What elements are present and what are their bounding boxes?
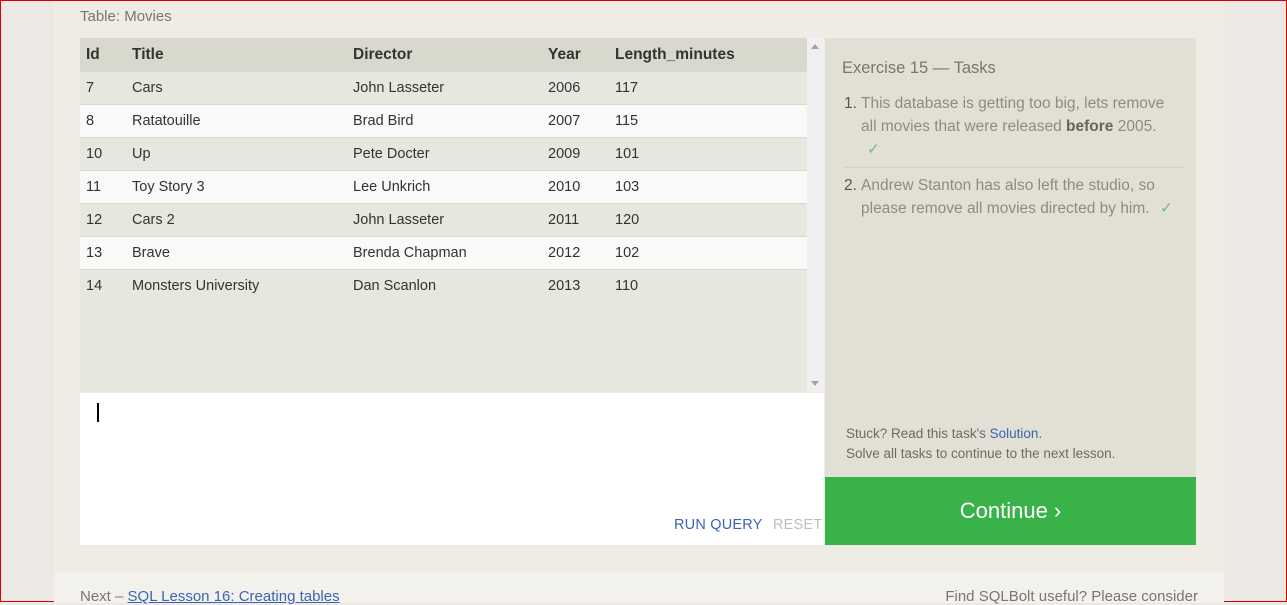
task-text-emphasis: before (1066, 118, 1114, 135)
continue-button[interactable]: Continue › (825, 477, 1196, 545)
checkmark-icon: ✓ (1159, 200, 1173, 217)
column-header-length: Length_minutes (609, 38, 807, 72)
table-row: 10 Up Pete Docter 2009 101 (80, 137, 807, 171)
cell-title: Up (126, 137, 347, 171)
scroll-down-arrow-icon[interactable] (811, 381, 819, 386)
table-caption: Table: Movies (80, 8, 172, 25)
table-row: 11 Toy Story 3 Lee Unkrich 2010 103 (80, 170, 807, 204)
table-row: 14 Monsters University Dan Scanlon 2013 … (80, 269, 807, 302)
table-header-row: Id Title Director Year Length_minutes (80, 38, 807, 72)
reset-button[interactable]: RESET (773, 517, 822, 533)
cell-director: Brad Bird (347, 104, 542, 138)
cell-year: 2009 (542, 137, 609, 171)
query-editor[interactable]: RUN QUERY RESET (80, 393, 824, 545)
checkmark-icon: ✓ (867, 141, 880, 158)
column-header-id: Id (80, 38, 126, 72)
table-row: 13 Brave Brenda Chapman 2012 102 (80, 236, 807, 270)
cell-director: John Lasseter (347, 203, 542, 237)
support-text: Find SQLBolt useful? Please consider (945, 588, 1198, 605)
text-caret (97, 403, 99, 422)
cell-title: Cars 2 (126, 203, 347, 237)
cell-id: 11 (80, 170, 126, 204)
cell-id: 13 (80, 236, 126, 270)
next-lesson: Next – SQL Lesson 16: Creating tables (80, 588, 340, 605)
cell-director: Pete Docter (347, 137, 542, 171)
cell-length: 103 (609, 170, 807, 204)
column-header-year: Year (542, 38, 609, 72)
results-table-container: Id Title Director Year Length_minutes 7 … (80, 38, 807, 392)
cell-title: Cars (126, 71, 347, 105)
solution-link[interactable]: Solution (990, 426, 1039, 441)
cell-id: 8 (80, 104, 126, 138)
task-number: 2. (844, 177, 857, 194)
cell-id: 7 (80, 71, 126, 105)
column-header-director: Director (347, 38, 542, 72)
cell-year: 2007 (542, 104, 609, 138)
page: Table: Movies Id Title Director Year Len… (54, 1, 1224, 605)
task-number: 1. (844, 95, 857, 112)
stuck-suffix: . (1038, 426, 1043, 441)
run-query-button[interactable]: RUN QUERY (674, 517, 763, 533)
next-prefix: Next – (80, 588, 128, 605)
solve-all-text: Solve all tasks to continue to the next … (846, 446, 1116, 461)
task-item: 2. Andrew Stanton has also left the stud… (844, 174, 1184, 220)
cell-length: 102 (609, 236, 807, 270)
cell-director: John Lasseter (347, 71, 542, 105)
tasks-panel: Exercise 15 — Tasks 1. This database is … (825, 38, 1196, 477)
cell-id: 12 (80, 203, 126, 237)
task-item: 1. This database is getting too big, let… (844, 92, 1184, 168)
column-header-title: Title (126, 38, 347, 72)
movies-table: Id Title Director Year Length_minutes 7 … (80, 38, 807, 302)
next-lesson-link[interactable]: SQL Lesson 16: Creating tables (128, 588, 340, 605)
table-row: 12 Cars 2 John Lasseter 2011 120 (80, 203, 807, 237)
exercise-area: Table: Movies Id Title Director Year Len… (54, 1, 1224, 572)
cell-year: 2010 (542, 170, 609, 204)
stuck-text: Stuck? Read this task's (846, 426, 990, 441)
tasks-title: Exercise 15 — Tasks (842, 59, 996, 77)
cell-title: Brave (126, 236, 347, 270)
cell-director: Dan Scanlon (347, 269, 542, 302)
cell-title: Monsters University (126, 269, 347, 302)
cell-length: 110 (609, 269, 807, 302)
table-row: 8 Ratatouille Brad Bird 2007 115 (80, 104, 807, 138)
cell-title: Toy Story 3 (126, 170, 347, 204)
cell-length: 117 (609, 71, 807, 105)
cell-year: 2006 (542, 71, 609, 105)
cell-length: 101 (609, 137, 807, 171)
help-text: Stuck? Read this task's Solution. Solve … (846, 424, 1115, 464)
cell-director: Lee Unkrich (347, 170, 542, 204)
scroll-up-arrow-icon[interactable] (811, 44, 819, 49)
task-text: Andrew Stanton has also left the studio,… (861, 177, 1155, 217)
cell-id: 14 (80, 269, 126, 302)
cell-year: 2013 (542, 269, 609, 302)
cell-title: Ratatouille (126, 104, 347, 138)
cell-year: 2012 (542, 236, 609, 270)
task-text: 2005. (1113, 118, 1157, 135)
cell-length: 120 (609, 203, 807, 237)
results-scrollbar[interactable] (807, 38, 824, 392)
cell-director: Brenda Chapman (347, 236, 542, 270)
cell-year: 2011 (542, 203, 609, 237)
cell-id: 10 (80, 137, 126, 171)
table-row: 7 Cars John Lasseter 2006 117 (80, 71, 807, 105)
task-list: 1. This database is getting too big, let… (844, 92, 1184, 220)
cell-length: 115 (609, 104, 807, 138)
